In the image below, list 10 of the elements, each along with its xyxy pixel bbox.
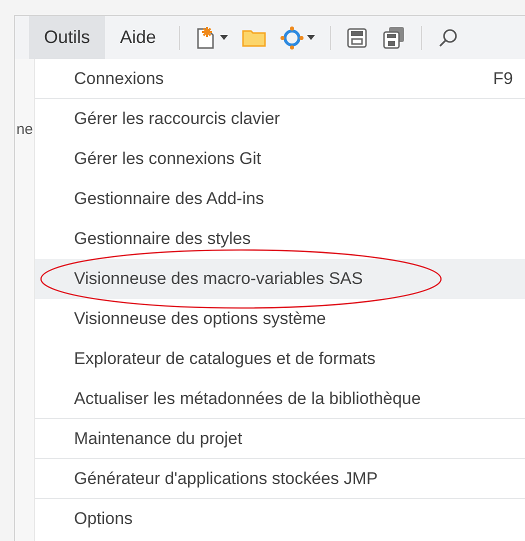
save-all-icon (382, 26, 406, 50)
shortcut-text: F9 (493, 68, 513, 90)
folder-icon (242, 28, 266, 48)
save-icon (346, 26, 368, 48)
background-text: ne (16, 122, 33, 137)
menu-bar-item[interactable]: Outils (29, 16, 106, 59)
menu-bar-item[interactable]: Aide (105, 16, 172, 59)
menu-item[interactable]: Visionneuse des macro-variables SAS (35, 259, 525, 299)
search-icon (437, 26, 460, 48)
gear-icon (280, 26, 304, 50)
